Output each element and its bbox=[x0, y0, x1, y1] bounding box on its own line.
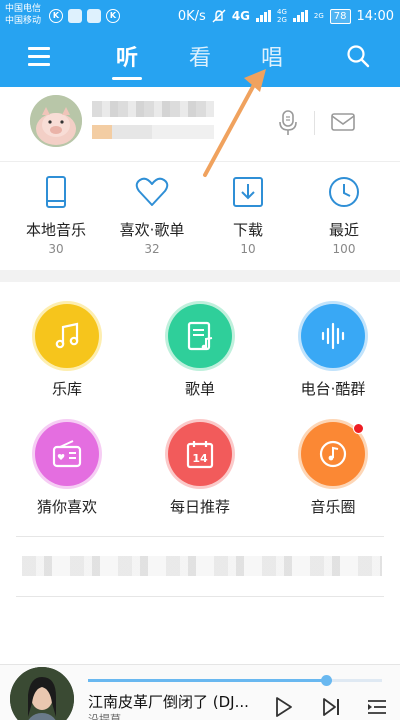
calendar-icon: 14 bbox=[186, 441, 214, 469]
menu-icon[interactable] bbox=[28, 46, 50, 66]
network-small-1: 4G bbox=[277, 8, 287, 16]
section-divider bbox=[0, 270, 400, 282]
grid-label: 电台·酷群 bbox=[300, 380, 366, 398]
network-small-2: 2G bbox=[277, 16, 287, 24]
notification-icons: K K bbox=[49, 9, 120, 23]
grid-label: 歌单 bbox=[184, 380, 215, 398]
mail-icon[interactable] bbox=[331, 113, 355, 131]
song-title: 江南皮革厂倒闭了 (DJ... bbox=[88, 693, 249, 711]
album-cover[interactable] bbox=[10, 667, 74, 720]
quick-link-count: 32 bbox=[144, 242, 160, 256]
guess-circle bbox=[35, 422, 99, 486]
divider-line bbox=[16, 596, 384, 597]
carrier-2: 中国移动 bbox=[5, 16, 42, 26]
music-note-icon bbox=[55, 322, 79, 349]
nav-row: 听 看 唱 bbox=[0, 34, 400, 82]
quick-link-download[interactable]: 下载 10 bbox=[198, 163, 298, 256]
tab-watch[interactable]: 看 bbox=[180, 40, 220, 72]
microphone-icon[interactable] bbox=[278, 109, 298, 137]
status-bar: 中国电信 中国移动 K K 0K/s 4G 4G 2G 2G 78 14:00 bbox=[0, 0, 400, 32]
daily-circle: 14 bbox=[168, 422, 232, 486]
progress-knob[interactable] bbox=[321, 675, 333, 686]
quick-link-label: 下载 bbox=[232, 221, 263, 239]
divider-line bbox=[16, 536, 384, 537]
calendar-day: 14 bbox=[192, 452, 208, 465]
grid-item-guess-you-like[interactable]: 猜你喜欢 bbox=[7, 422, 127, 517]
profile-row bbox=[0, 87, 400, 162]
grid-item-music-circle[interactable]: 音乐圈 bbox=[273, 422, 393, 517]
grid-label: 音乐圈 bbox=[310, 498, 356, 516]
disc-icon bbox=[319, 440, 347, 468]
user-level-redacted bbox=[92, 125, 214, 139]
grid-label: 每日推荐 bbox=[169, 498, 230, 516]
heart-icon bbox=[135, 177, 169, 206]
quick-link-favorites[interactable]: 喜欢·歌单 32 bbox=[102, 163, 202, 256]
clock-icon bbox=[329, 177, 359, 207]
next-track-icon[interactable] bbox=[320, 696, 342, 718]
quick-link-count: 100 bbox=[332, 242, 356, 256]
redacted-content-row bbox=[22, 556, 382, 576]
pig-avatar-image bbox=[30, 95, 82, 147]
carrier-info: 中国电信 中国移动 bbox=[5, 3, 41, 27]
quick-link-label: 本地音乐 bbox=[25, 221, 86, 239]
quick-links: 本地音乐 30 喜欢·歌单 32 下载 10 最近 100 bbox=[0, 163, 400, 270]
tab-sing[interactable]: 唱 bbox=[252, 40, 292, 72]
tab-listen[interactable]: 听 bbox=[107, 40, 147, 72]
quick-link-count: 30 bbox=[48, 242, 64, 256]
notification-dot bbox=[353, 423, 364, 434]
quick-link-label: 最近 bbox=[328, 221, 359, 239]
avatar[interactable] bbox=[30, 95, 82, 147]
quick-link-local-music[interactable]: 本地音乐 30 bbox=[6, 163, 106, 256]
grid-item-daily-pick[interactable]: 14 每日推荐 bbox=[140, 422, 260, 517]
network-speed: 0K/s bbox=[177, 8, 206, 24]
playlist-icon bbox=[187, 321, 213, 351]
network-type: 4G bbox=[231, 9, 251, 23]
radio-group-circle bbox=[301, 304, 365, 368]
mini-player[interactable]: 江南皮革厂倒闭了 (DJ... 沿提莫 bbox=[0, 664, 400, 720]
music-circle-circle bbox=[301, 422, 365, 486]
profile-divider bbox=[314, 111, 315, 135]
quick-link-recent[interactable]: 最近 100 bbox=[294, 163, 394, 256]
notification-k2-icon: K bbox=[106, 9, 120, 23]
playlist-circle bbox=[168, 304, 232, 368]
song-artist: 沿提莫 bbox=[88, 713, 121, 720]
grid-label: 乐库 bbox=[51, 380, 82, 398]
grid-item-library[interactable]: 乐库 bbox=[7, 304, 127, 399]
download-icon bbox=[233, 177, 263, 207]
search-icon[interactable] bbox=[346, 44, 370, 68]
signal-1-icon bbox=[256, 10, 272, 22]
library-circle bbox=[35, 304, 99, 368]
quick-link-count: 10 bbox=[240, 242, 256, 256]
network-small: 4G 2G bbox=[277, 8, 287, 24]
progress-fill bbox=[88, 679, 327, 682]
top-bar: 中国电信 中国移动 K K 0K/s 4G 4G 2G 2G 78 14:00 听… bbox=[0, 0, 400, 87]
grid-item-radio-group[interactable]: 电台·酷群 bbox=[273, 304, 393, 399]
album-art-image bbox=[10, 667, 74, 720]
soundwave-icon bbox=[321, 322, 345, 350]
play-icon[interactable] bbox=[272, 696, 294, 718]
network-alt: 2G bbox=[313, 12, 324, 20]
playlist-queue-icon[interactable] bbox=[366, 696, 388, 718]
radio-icon bbox=[52, 440, 82, 468]
username-redacted bbox=[92, 101, 214, 117]
grid-item-playlist[interactable]: 歌单 bbox=[140, 304, 260, 399]
notification-app-icon bbox=[68, 9, 82, 23]
battery-icon: 78 bbox=[329, 8, 351, 24]
grid-label: 猜你喜欢 bbox=[36, 498, 97, 516]
active-tab-indicator bbox=[112, 77, 142, 80]
phone-icon bbox=[46, 176, 66, 208]
progress-bar[interactable] bbox=[88, 675, 382, 686]
notification-gallery-icon bbox=[87, 9, 101, 23]
status-right: 0K/s 4G 4G 2G 2G 78 14:00 bbox=[178, 8, 394, 24]
quick-link-label: 喜欢·歌单 bbox=[119, 221, 185, 239]
clock-time: 14:00 bbox=[356, 8, 394, 24]
notification-k-icon: K bbox=[49, 9, 63, 23]
signal-2-icon bbox=[292, 10, 308, 22]
carrier-1: 中国电信 bbox=[5, 4, 42, 14]
mute-icon bbox=[212, 9, 226, 23]
